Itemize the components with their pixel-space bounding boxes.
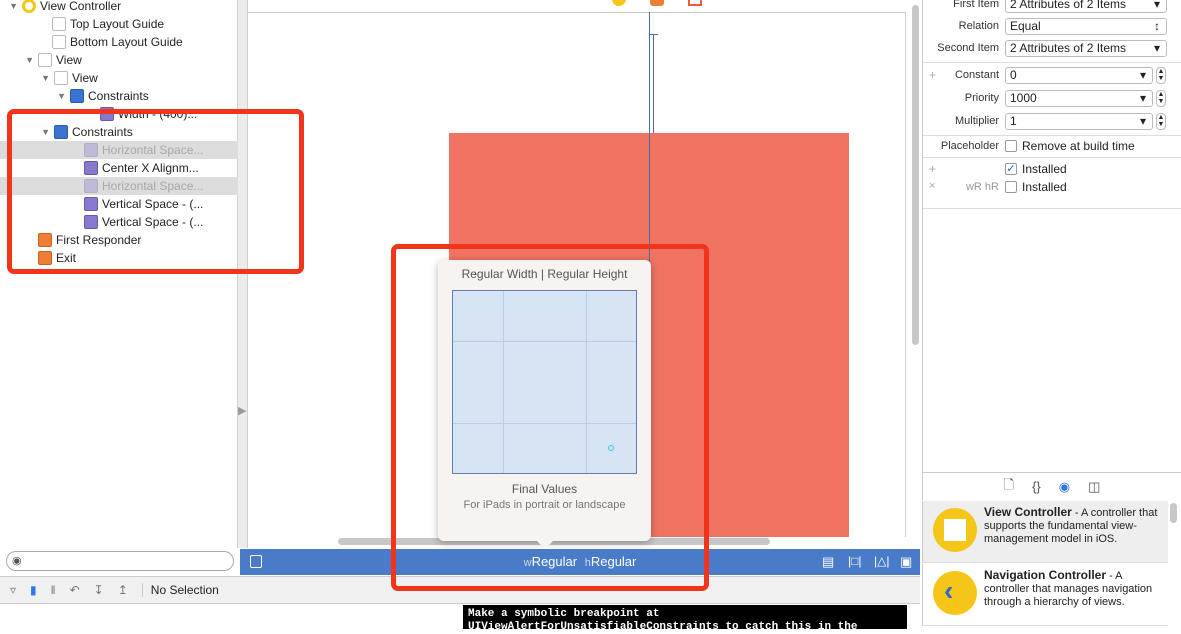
- outline-filter-input[interactable]: ◉: [6, 551, 234, 571]
- object-library-icon[interactable]: ◉: [1059, 479, 1070, 495]
- document-outline: ▼ View Controller Top Layout Guide Bottom L…: [0, 0, 238, 548]
- console-line: UIViewAlertForUnsatisfiableConstraints t…: [468, 621, 858, 633]
- first-item-label: First Item: [953, 0, 999, 10]
- align-icon[interactable]: ▤: [822, 554, 834, 570]
- inspector-empty: [923, 209, 1181, 472]
- panel-divider[interactable]: ▶: [238, 0, 248, 548]
- outline-item[interactable]: ▼ View: [0, 69, 238, 87]
- installed-label: Installed: [1022, 162, 1067, 176]
- file-template-icon[interactable]: 🗋: [1004, 476, 1014, 498]
- outline-item-label: View: [56, 53, 82, 67]
- vertical-scrollbar[interactable]: [912, 5, 919, 345]
- annotation-box: [391, 244, 709, 591]
- library-item-title: View Controller: [984, 505, 1072, 519]
- scene-exit-icon[interactable]: [688, 0, 702, 6]
- debug-status: No Selection: [141, 583, 219, 597]
- first-item-popup[interactable]: 2 Attributes of 2 Items ▾: [1005, 0, 1167, 13]
- scene-first-responder-icon[interactable]: [650, 0, 664, 6]
- library-tabs: 🗋 {} ◉ ◫: [922, 472, 1181, 500]
- media-library-icon[interactable]: ◫: [1088, 479, 1100, 495]
- pin-icon[interactable]: |□|: [848, 554, 861, 568]
- outline-item-label: View Controller: [40, 0, 122, 13]
- navigation-controller-icon: ‹: [933, 571, 977, 615]
- outline-item-label: Bottom Layout Guide: [70, 35, 183, 49]
- outline-item[interactable]: ▼ Constraints: [0, 87, 238, 105]
- library-item-title: Navigation Controller: [984, 568, 1107, 582]
- view-icon: [54, 71, 68, 85]
- console-line: Make a symbolic breakpoint at: [468, 608, 660, 620]
- relation-label: Relation: [958, 20, 999, 32]
- attributes-inspector: First Item 2 Attributes of 2 Items ▾ Relat…: [922, 0, 1181, 472]
- outline-item-label: View: [72, 71, 98, 85]
- constant-stepper[interactable]: ▲ ▼: [1156, 66, 1166, 84]
- placeholder-text: Remove at build time: [1022, 139, 1135, 153]
- layout-guide-icon: [52, 35, 66, 49]
- installed-wr-hr-checkbox[interactable]: [1005, 181, 1017, 193]
- resolve-issues-icon[interactable]: |△|: [874, 554, 889, 568]
- outline-item[interactable]: ▼ View Controller: [0, 0, 238, 15]
- placeholder-label: Placeholder: [940, 140, 999, 152]
- multiplier-label: Multiplier: [954, 115, 999, 127]
- relation-popup[interactable]: Equal ↕: [1005, 17, 1167, 35]
- view-controller-icon: [22, 0, 36, 13]
- outline-item[interactable]: Bottom Layout Guide: [0, 33, 238, 51]
- disclosure-triangle-icon[interactable]: ▼: [0, 91, 70, 101]
- outline-item[interactable]: Top Layout Guide: [0, 15, 238, 33]
- scene-border: [248, 12, 906, 13]
- priority-stepper[interactable]: ▲ ▼: [1156, 89, 1166, 107]
- step-out-icon[interactable]: ↥: [118, 583, 128, 597]
- constraints-icon: [70, 89, 84, 103]
- disclosure-triangle-icon[interactable]: ▼: [0, 73, 54, 83]
- vertical-space-constraint[interactable]: [653, 34, 654, 133]
- multiplier-stepper[interactable]: ▲ ▼: [1156, 112, 1166, 130]
- console-output[interactable]: Make a symbolic breakpoint at UIViewAler…: [463, 605, 907, 633]
- library-item[interactable]: View Controller - A controller that supp…: [922, 501, 1168, 563]
- priority-label: Priority: [964, 92, 999, 104]
- pause-icon[interactable]: ‖: [51, 583, 56, 597]
- constraint-cap: [650, 34, 658, 35]
- outline-item[interactable]: ▼ View: [0, 51, 238, 69]
- constant-field[interactable]: 0 ▾: [1005, 66, 1153, 84]
- breakpoint-icon[interactable]: ▮: [30, 583, 37, 597]
- view-controller-icon: [933, 508, 977, 552]
- layout-guide-icon: [52, 17, 66, 31]
- second-item-popup[interactable]: 2 Attributes of 2 Items ▾: [1005, 39, 1167, 57]
- disclosure-triangle-icon[interactable]: ▼: [0, 1, 22, 11]
- size-class-label: wR hR: [965, 181, 999, 193]
- expand-arrow-icon[interactable]: ▶: [238, 404, 246, 417]
- annotation-box: [7, 109, 304, 274]
- placeholder-checkbox[interactable]: [1005, 140, 1017, 152]
- step-over-icon[interactable]: ↶: [70, 583, 80, 597]
- outline-item-label: Constraints: [88, 89, 149, 103]
- step-into-icon[interactable]: ↧: [94, 583, 104, 597]
- resizing-icon[interactable]: ▣: [900, 554, 912, 570]
- outline-item-label: Top Layout Guide: [70, 17, 165, 31]
- multiplier-field[interactable]: 1 ▾: [1005, 112, 1153, 130]
- second-item-label: Second Item: [937, 42, 999, 54]
- library-scrollbar[interactable]: [1170, 503, 1177, 523]
- code-snippet-icon[interactable]: {}: [1032, 479, 1041, 494]
- filter-icon: ◉: [12, 555, 22, 567]
- installed-wr-hr-label: Installed: [1022, 180, 1067, 194]
- scene-border: [905, 12, 906, 537]
- disclosure-triangle-icon[interactable]: ▼: [0, 55, 38, 65]
- view-icon: [38, 53, 52, 67]
- hide-debug-area-icon[interactable]: ▿: [10, 583, 16, 597]
- priority-field[interactable]: 1000 ▾: [1005, 89, 1153, 107]
- constant-label: Constant: [954, 69, 999, 81]
- installed-checkbox[interactable]: ✓: [1005, 163, 1017, 175]
- library-item[interactable]: ‹ Navigation Controller - A controller t…: [922, 564, 1168, 626]
